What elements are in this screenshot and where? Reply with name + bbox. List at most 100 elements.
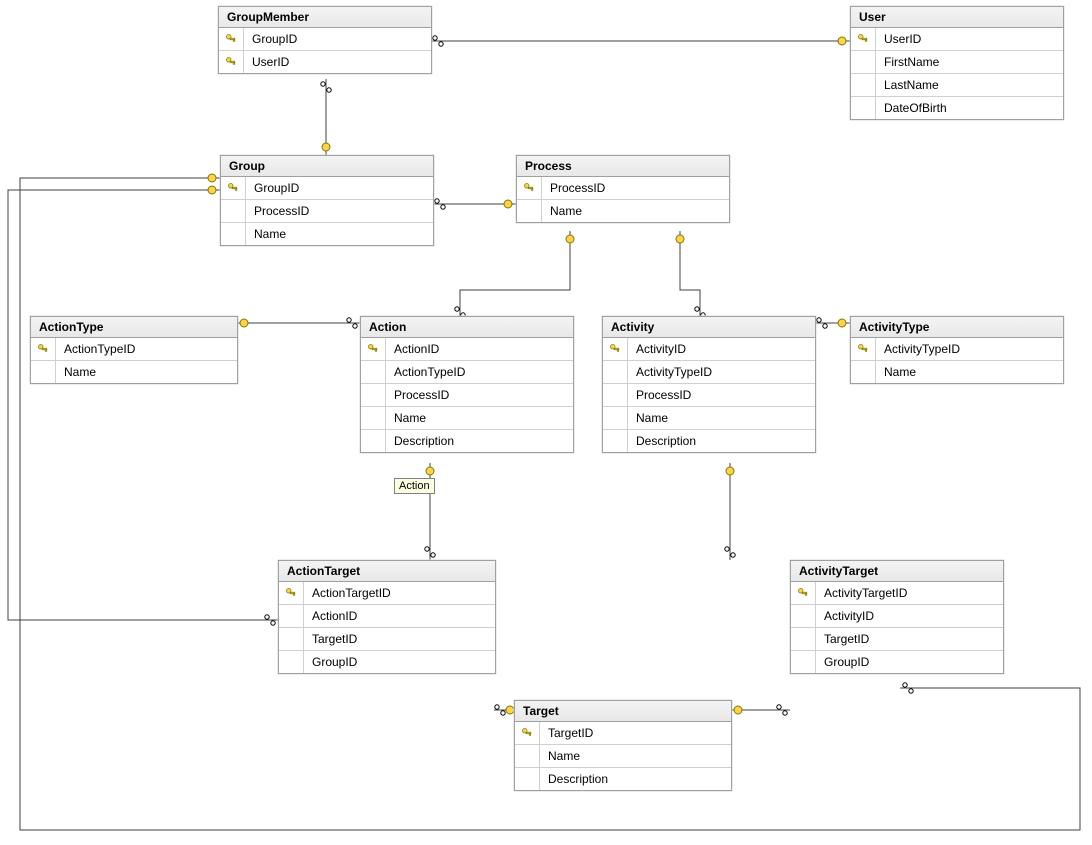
field-name: Name xyxy=(876,365,924,379)
key-col-empty xyxy=(791,605,816,627)
field-name: ActivityTargetID xyxy=(816,586,915,600)
field-row[interactable]: Name xyxy=(603,406,815,429)
key-col-empty xyxy=(361,407,386,429)
field-row[interactable]: Name xyxy=(361,406,573,429)
field-row[interactable]: ActionTypeID xyxy=(361,360,573,383)
field-row[interactable]: ActionID xyxy=(361,338,573,360)
key-col-empty xyxy=(31,361,56,383)
field-row[interactable]: ActivityTypeID xyxy=(851,338,1063,360)
entity-action[interactable]: Action ActionID ActionTypeID ProcessID Name… xyxy=(360,316,574,453)
key-col-empty xyxy=(791,651,816,673)
field-name: GroupID xyxy=(304,655,365,669)
entity-title: ActivityTarget xyxy=(791,561,1003,582)
key-col-empty xyxy=(279,605,304,627)
entity-target[interactable]: Target TargetIDNameDescription xyxy=(514,700,732,791)
entity-title: ActionType xyxy=(31,317,237,338)
field-row[interactable]: ActionTargetID xyxy=(279,582,495,604)
field-row[interactable]: ProcessID xyxy=(361,383,573,406)
field-name: Name xyxy=(56,365,104,379)
field-name: LastName xyxy=(876,78,947,92)
field-name: ActivityTypeID xyxy=(876,342,968,356)
primary-key-icon xyxy=(517,177,542,199)
key-col-empty xyxy=(515,768,540,790)
field-name: TargetID xyxy=(540,726,601,740)
key-col-empty xyxy=(603,361,628,383)
primary-key-icon xyxy=(219,51,244,73)
field-name: ActionID xyxy=(304,609,365,623)
field-name: Description xyxy=(540,772,616,786)
field-row[interactable]: UserID xyxy=(219,50,431,73)
field-row[interactable]: Description xyxy=(515,767,731,790)
entity-title: Activity xyxy=(603,317,815,338)
field-row[interactable]: DateOfBirth xyxy=(851,96,1063,119)
field-row[interactable]: ActivityID xyxy=(791,604,1003,627)
field-name: GroupID xyxy=(816,655,877,669)
entity-title: Action xyxy=(361,317,573,338)
primary-key-icon xyxy=(791,582,816,604)
field-name: Name xyxy=(386,411,434,425)
field-name: ProcessID xyxy=(628,388,699,402)
field-name: GroupID xyxy=(244,32,305,46)
key-col-empty xyxy=(517,200,542,222)
key-col-empty xyxy=(279,651,304,673)
field-row[interactable]: GroupID xyxy=(219,28,431,50)
field-row[interactable]: ActivityTypeID xyxy=(603,360,815,383)
field-row[interactable]: GroupID xyxy=(279,650,495,673)
key-col-empty xyxy=(221,200,246,222)
field-row[interactable]: TargetID xyxy=(791,627,1003,650)
entity-group[interactable]: Group GroupIDProcessIDName xyxy=(220,155,434,246)
key-col-empty xyxy=(851,361,876,383)
field-row[interactable]: LastName xyxy=(851,73,1063,96)
field-name: UserID xyxy=(244,55,297,69)
field-row[interactable]: Name xyxy=(517,199,729,222)
key-col-empty xyxy=(361,384,386,406)
field-name: ProcessID xyxy=(246,204,317,218)
primary-key-icon xyxy=(361,338,386,360)
field-row[interactable]: Description xyxy=(603,429,815,452)
field-name: ActivityID xyxy=(628,342,694,356)
primary-key-icon xyxy=(31,338,56,360)
field-name: GroupID xyxy=(246,181,307,195)
key-col-empty xyxy=(603,430,628,452)
entity-user[interactable]: User UserIDFirstNameLastNameDateOfBirth xyxy=(850,6,1064,120)
field-row[interactable]: ProcessID xyxy=(603,383,815,406)
field-row[interactable]: ActivityTargetID xyxy=(791,582,1003,604)
field-row[interactable]: GroupID xyxy=(221,177,433,199)
entity-activitytype[interactable]: ActivityType ActivityTypeIDName xyxy=(850,316,1064,384)
field-name: ActionID xyxy=(386,342,447,356)
field-row[interactable]: Description xyxy=(361,429,573,452)
field-row[interactable]: FirstName xyxy=(851,50,1063,73)
entity-activity[interactable]: Activity ActivityID ActivityTypeID Process… xyxy=(602,316,816,453)
field-row[interactable]: ActionTypeID xyxy=(31,338,237,360)
key-col-empty xyxy=(361,430,386,452)
field-row[interactable]: ActivityID xyxy=(603,338,815,360)
field-row[interactable]: Name xyxy=(31,360,237,383)
key-col-empty xyxy=(851,51,876,73)
field-name: ActionTypeID xyxy=(56,342,143,356)
key-col-empty xyxy=(279,628,304,650)
field-row[interactable]: TargetID xyxy=(515,722,731,744)
field-name: Description xyxy=(628,434,704,448)
primary-key-icon xyxy=(219,28,244,50)
field-name: Name xyxy=(628,411,676,425)
entity-title: Process xyxy=(517,156,729,177)
field-row[interactable]: UserID xyxy=(851,28,1063,50)
field-name: TargetID xyxy=(816,632,877,646)
field-row[interactable]: Name xyxy=(221,222,433,245)
field-row[interactable]: Name xyxy=(851,360,1063,383)
key-col-empty xyxy=(851,74,876,96)
erd-canvas: { "tooltip": {"text": "Action"}, "entiti… xyxy=(0,0,1092,845)
field-name: DateOfBirth xyxy=(876,101,955,115)
field-name: ProcessID xyxy=(386,388,457,402)
entity-activitytarget[interactable]: ActivityTarget ActivityTargetID ActivityI… xyxy=(790,560,1004,674)
entity-actiontarget[interactable]: ActionTarget ActionTargetIDActionIDTarge… xyxy=(278,560,496,674)
entity-actiontype[interactable]: ActionType ActionTypeID Name xyxy=(30,316,238,384)
field-row[interactable]: ProcessID xyxy=(517,177,729,199)
field-row[interactable]: GroupID xyxy=(791,650,1003,673)
field-row[interactable]: ProcessID xyxy=(221,199,433,222)
field-row[interactable]: Name xyxy=(515,744,731,767)
entity-process[interactable]: Process ProcessIDName xyxy=(516,155,730,223)
entity-groupmember[interactable]: GroupMember GroupIDUserID xyxy=(218,6,432,74)
field-row[interactable]: TargetID xyxy=(279,627,495,650)
field-row[interactable]: ActionID xyxy=(279,604,495,627)
